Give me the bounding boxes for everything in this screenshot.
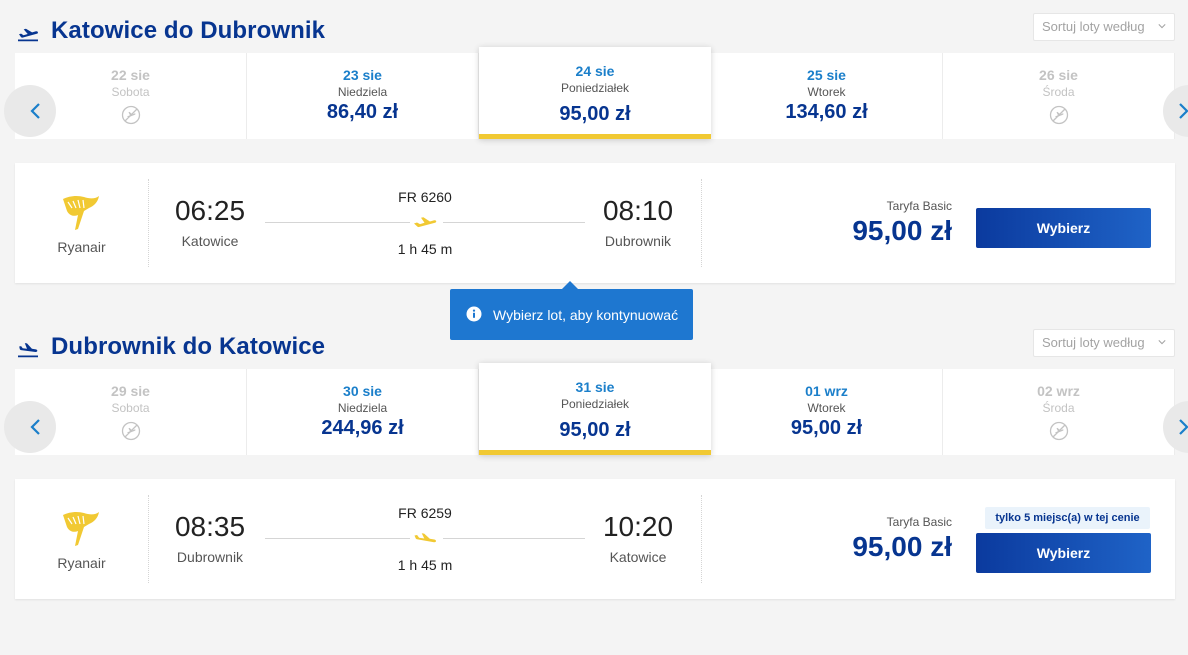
ryanair-harp-logo [63, 511, 99, 546]
sort-dropdown[interactable]: Sortuj loty według [1033, 329, 1175, 357]
no-flights-icon [121, 105, 140, 125]
route-title: Dubrownik do Katowice [51, 333, 326, 360]
date-cell: 26 sie Środa [943, 53, 1175, 139]
chevron-right-icon [1179, 419, 1188, 435]
date-label: 22 sie [111, 67, 150, 83]
day-label: Środa [1042, 401, 1075, 415]
no-flights-icon [1049, 421, 1068, 441]
route-line [443, 538, 585, 539]
flight-number: FR 6260 [398, 189, 452, 205]
date-cell[interactable]: 01 wrz Wtorek 95,00 zł [711, 369, 943, 455]
date-cell: 02 wrz Środa [943, 369, 1175, 455]
airline-name: Ryanair [57, 239, 106, 255]
date-price: 95,00 zł [559, 103, 631, 125]
departure-time: 08:35 [174, 511, 246, 542]
divider [701, 495, 702, 583]
chevron-left-icon [30, 103, 40, 119]
date-carousel: 22 sie Sobota 23 sie Niedziela 86,40 zł … [4, 47, 1188, 139]
date-cell-selected[interactable]: 31 sie Poniedziałek 95,00 zł [479, 363, 711, 455]
date-label: 29 sie [111, 383, 150, 399]
flight-duration: 1 h 45 m [397, 241, 453, 257]
day-label: Wtorek [807, 85, 846, 99]
chevron-left-icon [30, 419, 40, 435]
tooltip-text: Wybierz lot, aby kontynuować [493, 307, 679, 323]
date-label: 01 wrz [805, 383, 848, 399]
departure-city: Katowice [181, 233, 239, 249]
date-cell[interactable]: 25 sie Wtorek 134,60 zł [711, 53, 943, 139]
ryanair-harp-logo [63, 195, 99, 230]
departure-city: Dubrownik [176, 549, 244, 565]
chevron-down-icon [1158, 340, 1166, 345]
fare-price: 95,00 zł [852, 215, 952, 246]
date-price: 134,60 zł [785, 101, 868, 123]
fare-price: 95,00 zł [852, 531, 952, 562]
route-line [265, 538, 410, 539]
day-label: Poniedziałek [560, 81, 630, 95]
prev-dates-button[interactable] [4, 85, 56, 137]
day-label: Środa [1042, 85, 1075, 99]
continue-tooltip: Wybierz lot, aby kontynuować [450, 281, 693, 340]
chevron-down-icon [1158, 24, 1166, 29]
date-price: 95,00 zł [790, 417, 863, 439]
date-label: 23 sie [343, 67, 382, 83]
sort-dropdown[interactable]: Sortuj loty według [1033, 13, 1175, 41]
day-label: Wtorek [807, 401, 846, 415]
no-flights-icon [1049, 105, 1068, 125]
date-carousel: 29 sie Sobota 30 sie Niedziela 244,96 zł… [4, 363, 1188, 455]
date-label: 30 sie [343, 383, 382, 399]
flight-duration: 1 h 45 m [397, 557, 453, 573]
date-cell[interactable]: 23 sie Niedziela 86,40 zł [247, 53, 479, 139]
arrival-city: Katowice [609, 549, 667, 565]
arrival-time: 10:20 [602, 511, 674, 542]
flight-card[interactable]: Ryanair 06:25 Katowice FR 6260 1 h 45 m … [15, 163, 1175, 283]
selected-indicator [479, 134, 711, 139]
fare-label: Taryfa Basic [886, 515, 952, 529]
info-icon [466, 306, 482, 322]
date-price: 95,00 zł [559, 419, 631, 441]
plane-landing-icon [18, 343, 38, 358]
day-label: Niedziela [337, 85, 388, 99]
prev-dates-button[interactable] [4, 401, 56, 453]
arrival-time: 08:10 [602, 195, 674, 226]
divider [148, 179, 149, 267]
plane-icon [414, 217, 437, 228]
plane-takeoff-icon [18, 28, 38, 42]
divider [701, 179, 702, 267]
date-cell-selected[interactable]: 24 sie Poniedziałek 95,00 zł [479, 47, 711, 139]
selected-indicator [479, 450, 711, 455]
flight-card[interactable]: Ryanair 08:35 Dubrownik FR 6259 1 h 45 m… [15, 479, 1175, 599]
flight-number: FR 6259 [398, 505, 452, 521]
sort-label: Sortuj loty według [1042, 19, 1145, 34]
plane-icon [414, 533, 437, 543]
date-label: 26 sie [1039, 67, 1078, 83]
chevron-right-icon [1179, 103, 1188, 119]
date-label: 31 sie [575, 379, 615, 395]
fare-label: Taryfa Basic [886, 199, 952, 213]
seats-left-badge: tylko 5 miejsc(a) w tej cenie [985, 507, 1150, 529]
day-label: Niedziela [337, 401, 388, 415]
date-cell[interactable]: 30 sie Niedziela 244,96 zł [247, 369, 479, 455]
tooltip-caret [562, 281, 578, 289]
route-line [265, 222, 410, 223]
airline-name: Ryanair [57, 555, 106, 571]
arrival-city: Dubrownik [604, 233, 672, 249]
divider [148, 495, 149, 583]
select-flight-button[interactable]: Wybierz [976, 533, 1151, 573]
sort-label: Sortuj loty według [1042, 335, 1145, 350]
date-price: 244,96 zł [321, 417, 404, 439]
select-flight-button[interactable]: Wybierz [976, 208, 1151, 248]
date-label: 25 sie [807, 67, 846, 83]
day-label: Poniedziałek [560, 397, 630, 411]
departure-time: 06:25 [174, 195, 246, 226]
route-title: Katowice do Dubrownik [51, 17, 326, 44]
date-price: 86,40 zł [326, 101, 399, 123]
no-flights-icon [121, 421, 140, 441]
date-label: 02 wrz [1037, 383, 1080, 399]
date-label: 24 sie [575, 63, 615, 79]
route-line [443, 222, 585, 223]
